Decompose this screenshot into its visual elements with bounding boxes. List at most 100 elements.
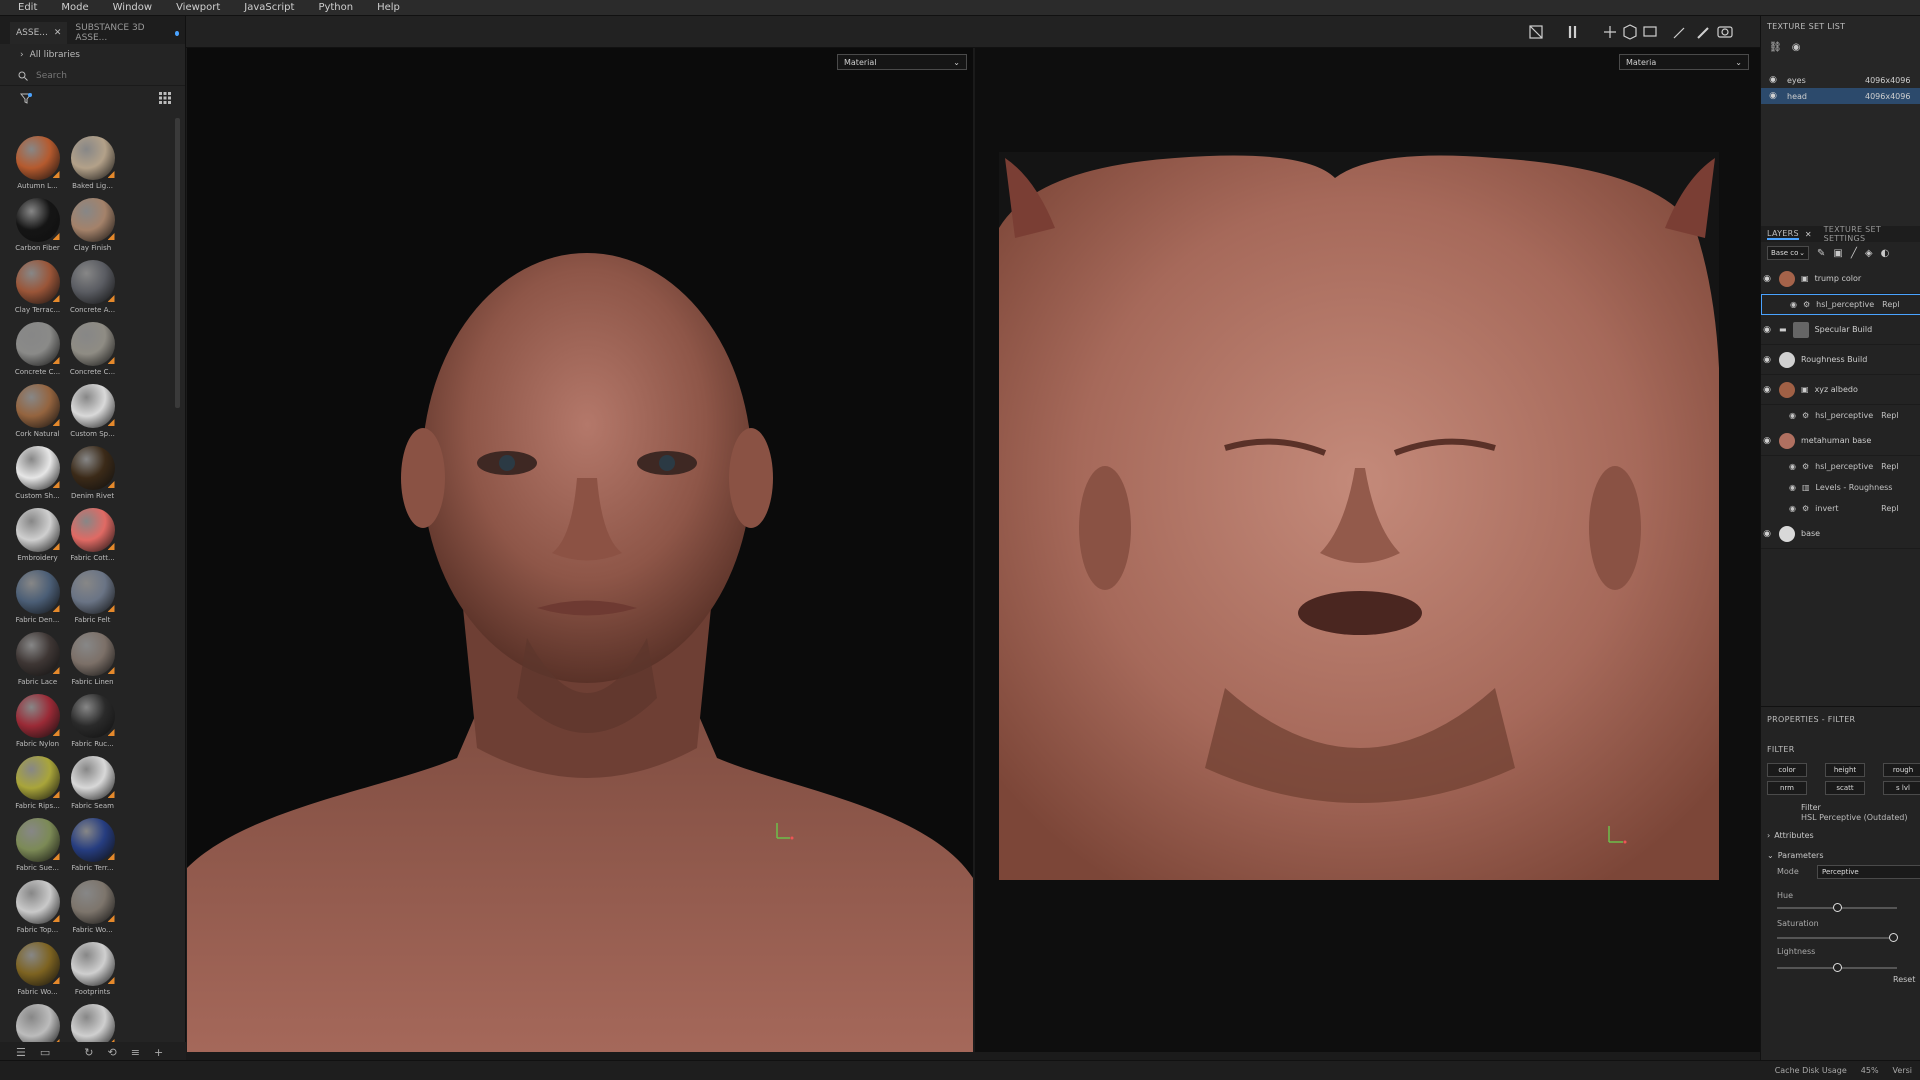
- material-thumbnail[interactable]: Fabric Felt: [65, 570, 120, 628]
- layer-trump-color[interactable]: ◉ ▣ trump color: [1761, 264, 1920, 294]
- visibility-icon[interactable]: ◉: [1792, 42, 1801, 53]
- eye-icon[interactable]: ◉: [1789, 504, 1796, 513]
- texture-set-head[interactable]: ◉ head 4096x4096: [1761, 88, 1920, 104]
- layer-specular-build[interactable]: ◉ ▬ Specular Build: [1761, 315, 1920, 345]
- material-thumbnail[interactable]: Fabric Ruc...: [65, 694, 120, 752]
- list-view-icon[interactable]: ☰: [16, 1046, 26, 1059]
- add-mask-icon[interactable]: ▣: [1833, 248, 1842, 259]
- close-icon[interactable]: ✕: [54, 28, 62, 38]
- camera-icon[interactable]: [1643, 26, 1657, 37]
- material-thumbnail[interactable]: Concrete A...: [65, 260, 120, 318]
- material-thumbnail[interactable]: Fabric Rips...: [10, 756, 65, 814]
- material-thumbnail[interactable]: Fabric Linen: [65, 632, 120, 690]
- eye-icon[interactable]: ◉: [1789, 483, 1796, 492]
- add-folder-icon[interactable]: ◐: [1881, 248, 1890, 259]
- brush-icon[interactable]: [1673, 27, 1685, 39]
- menu-python[interactable]: Python: [318, 2, 353, 13]
- layer-metahuman-base[interactable]: ◉ metahuman base: [1761, 426, 1920, 456]
- folder-icon[interactable]: ▭: [40, 1046, 50, 1059]
- eye-icon[interactable]: ◉: [1761, 325, 1773, 335]
- slider-knob[interactable]: [1889, 933, 1898, 942]
- material-thumbnail[interactable]: Concrete C...: [65, 322, 120, 380]
- layer-base[interactable]: ◉ base: [1761, 519, 1920, 549]
- library-selector[interactable]: › All libraries: [0, 44, 185, 66]
- menu-javascript[interactable]: JavaScript: [244, 2, 294, 13]
- channel-rough[interactable]: rough: [1883, 763, 1920, 777]
- tab-layers[interactable]: LAYERS: [1767, 229, 1799, 240]
- history-icon[interactable]: ⟲: [108, 1046, 117, 1059]
- paint-icon[interactable]: [1697, 27, 1709, 39]
- material-thumbnail[interactable]: Custom Sp...: [65, 384, 120, 442]
- material-thumbnail[interactable]: Clay Terrac...: [10, 260, 65, 318]
- texture-set-eyes[interactable]: ◉ eyes 4096x4096: [1761, 72, 1920, 88]
- layer-effect-hsl[interactable]: ◉ ⚙ hsl_perceptive Repl: [1761, 456, 1920, 477]
- slider-knob[interactable]: [1833, 903, 1842, 912]
- mode-dropdown[interactable]: Perceptive: [1817, 865, 1920, 879]
- close-icon[interactable]: ✕: [1805, 230, 1812, 239]
- menu-window[interactable]: Window: [113, 2, 152, 13]
- eye-icon[interactable]: ◉: [1761, 355, 1773, 365]
- grid-view-icon[interactable]: [159, 92, 171, 104]
- tab-assets[interactable]: ASSE... ✕: [10, 22, 68, 44]
- channel-scatt[interactable]: scatt: [1825, 781, 1865, 795]
- channel-s-lvl[interactable]: s lvl: [1883, 781, 1920, 795]
- transform-icon[interactable]: [1604, 26, 1616, 38]
- layer-effect-invert[interactable]: ◉ ⚙ invert Repl: [1761, 498, 1920, 519]
- assets-scrollbar[interactable]: [175, 118, 180, 408]
- lightness-slider[interactable]: [1777, 963, 1897, 972]
- eye-icon[interactable]: ◉: [1789, 411, 1796, 420]
- eye-icon[interactable]: ◉: [1767, 75, 1779, 85]
- channel-color[interactable]: color: [1767, 763, 1807, 777]
- eye-icon[interactable]: ◉: [1790, 300, 1797, 309]
- material-thumbnail[interactable]: Fabric Top...: [10, 880, 65, 938]
- eye-icon[interactable]: ◉: [1789, 462, 1796, 471]
- layer-effect-levels[interactable]: ◉ ▥ Levels - Roughness: [1761, 477, 1920, 498]
- parameters-section[interactable]: ⌄ Parameters: [1767, 851, 1824, 860]
- material-thumbnail[interactable]: Fabric Terr...: [65, 818, 120, 876]
- slider-knob[interactable]: [1833, 963, 1842, 972]
- reset-button[interactable]: Reset: [1893, 975, 1915, 984]
- material-thumbnail[interactable]: Fabric Cott...: [65, 508, 120, 566]
- material-thumbnail[interactable]: Autumn L...: [10, 136, 65, 194]
- material-thumbnail[interactable]: Carbon Fiber: [10, 198, 65, 256]
- filter-icon[interactable]: [20, 92, 32, 104]
- collapse-icon[interactable]: ≡: [131, 1046, 140, 1059]
- material-thumbnail[interactable]: Fabric Sue...: [10, 818, 65, 876]
- refresh-icon[interactable]: ↻: [84, 1046, 93, 1059]
- eye-icon[interactable]: ◉: [1767, 91, 1779, 101]
- viewport-3d[interactable]: Material ⌄: [187, 48, 973, 1052]
- layer-effect-hsl[interactable]: ◉ ⚙ hsl_perceptive Repl: [1761, 294, 1920, 315]
- layer-xyz-albedo[interactable]: ◉ ▣ xyz albedo: [1761, 375, 1920, 405]
- eye-icon[interactable]: ◉: [1761, 436, 1773, 446]
- hue-slider[interactable]: [1777, 903, 1897, 912]
- material-thumbnail[interactable]: Baked Lig...: [65, 136, 120, 194]
- material-thumbnail[interactable]: Fabric Nylon: [10, 694, 65, 752]
- add-effect-icon[interactable]: ✎: [1817, 248, 1825, 259]
- material-thumbnail[interactable]: Fabric Wo...: [65, 880, 120, 938]
- material-thumbnail[interactable]: Concrete C...: [10, 322, 65, 380]
- material-thumbnail[interactable]: Fabric Seam: [65, 756, 120, 814]
- material-thumbnail[interactable]: Cork Natural: [10, 384, 65, 442]
- eye-icon[interactable]: ◉: [1761, 529, 1773, 539]
- add-fill-layer-icon[interactable]: ◈: [1865, 248, 1873, 259]
- filter-resource[interactable]: HSL Perceptive (Outdated): [1801, 813, 1908, 822]
- tab-substance-assets[interactable]: SUBSTANCE 3D ASSE...: [69, 22, 185, 44]
- attributes-section[interactable]: › Attributes: [1767, 831, 1814, 840]
- material-thumbnail[interactable]: Fabric Den...: [10, 570, 65, 628]
- saturation-slider[interactable]: [1777, 933, 1898, 942]
- layer-roughness-build[interactable]: ◉ Roughness Build: [1761, 345, 1920, 375]
- material-thumbnail[interactable]: Embroidery: [10, 508, 65, 566]
- viewport-2d[interactable]: Materia ⌄: [974, 48, 1760, 1052]
- menu-mode[interactable]: Mode: [61, 2, 88, 13]
- eye-icon[interactable]: ◉: [1761, 274, 1773, 284]
- material-thumbnail[interactable]: Custom Sh...: [10, 446, 65, 504]
- search-bar[interactable]: Search: [0, 66, 185, 86]
- material-thumbnail[interactable]: Denim Rivet: [65, 446, 120, 504]
- cube-icon[interactable]: [1623, 24, 1637, 40]
- add-icon[interactable]: +: [154, 1046, 163, 1059]
- search-input[interactable]: Search: [36, 71, 67, 81]
- menu-help[interactable]: Help: [377, 2, 400, 13]
- link-icon[interactable]: ⛓: [1769, 42, 1782, 53]
- blend-mode-dropdown[interactable]: Base co ⌄: [1767, 246, 1809, 260]
- add-paint-layer-icon[interactable]: ╱: [1851, 248, 1857, 259]
